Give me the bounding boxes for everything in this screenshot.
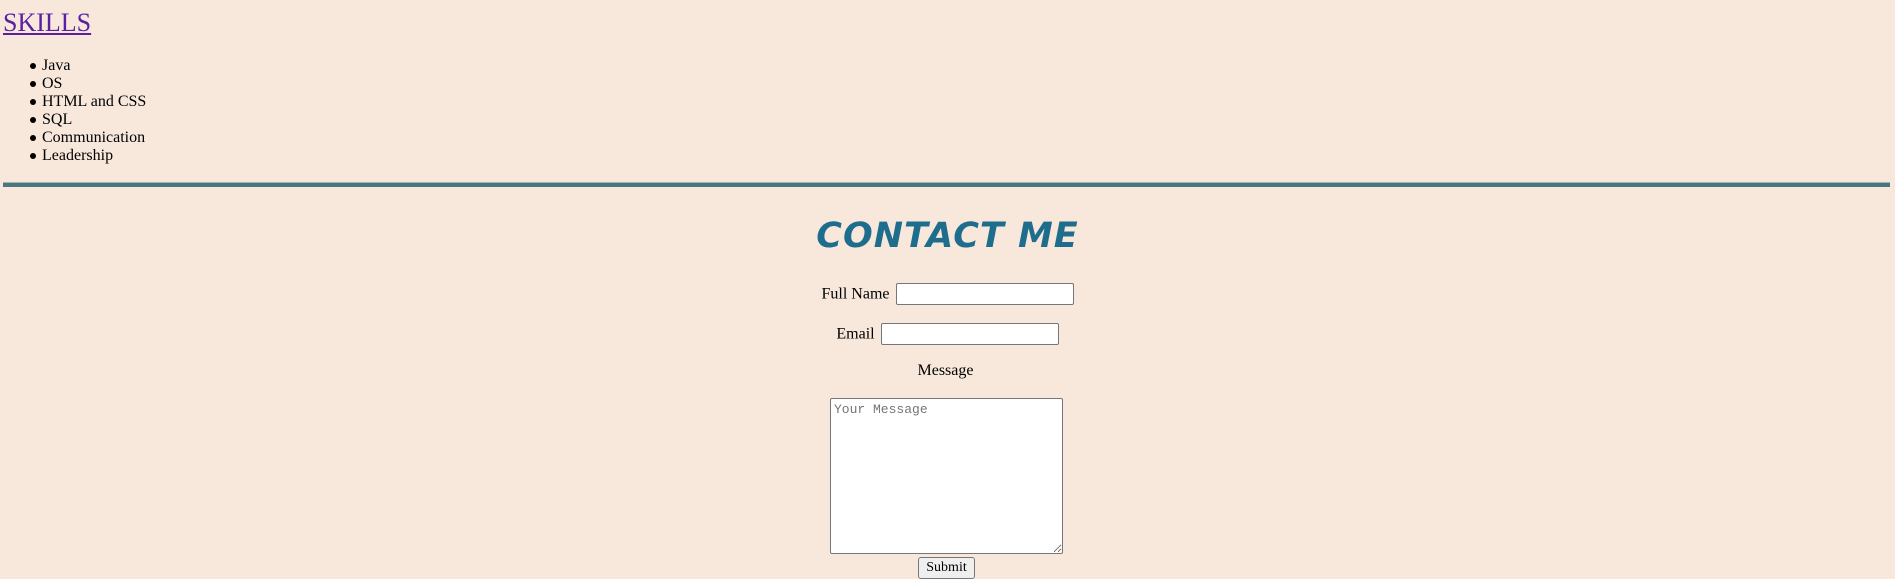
skill-item-sql: SQL — [29, 111, 146, 129]
message-textarea[interactable] — [830, 398, 1063, 554]
skill-item-os: OS — [29, 75, 146, 93]
email-label: Email — [836, 325, 875, 343]
skill-item-leadership: Leadership — [29, 147, 146, 165]
email-input[interactable] — [880, 323, 1059, 346]
skills-heading: SKILLS — [3, 8, 91, 38]
full-name-row: Full Name — [0, 283, 1895, 306]
email-row: Email — [0, 323, 1895, 346]
message-label: Message — [917, 362, 974, 379]
skill-item-communication: Communication — [29, 129, 146, 146]
section-divider — [3, 182, 1890, 187]
contact-heading: CONTACT ME — [816, 216, 1079, 256]
skill-item-java: Java — [29, 57, 146, 75]
full-name-input[interactable] — [895, 283, 1074, 306]
submit-button[interactable]: Submit — [918, 557, 975, 579]
skills-list: Java OS HTML and CSS SQL Communication L… — [29, 57, 147, 165]
skills-link[interactable]: SKILLS — [3, 8, 91, 37]
full-name-label: Full Name — [821, 285, 890, 303]
skill-item-html-css: HTML and CSS — [29, 93, 147, 110]
